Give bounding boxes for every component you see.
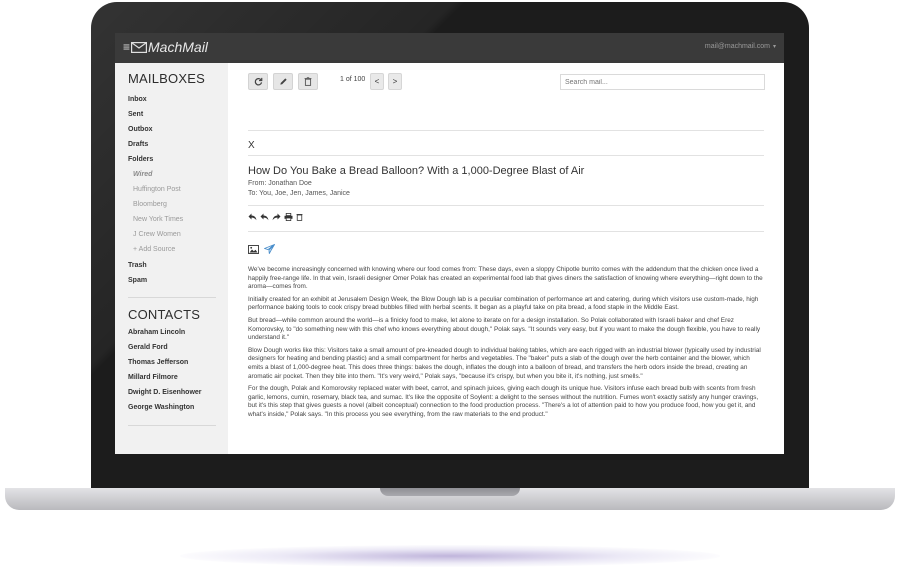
sidebar: MAILBOXES Inbox Sent Outbox Drafts Folde… [115, 63, 228, 454]
laptop-notch [380, 488, 520, 496]
body-paragraph: Blow Dough works like this: Visitors tak… [248, 346, 761, 380]
close-message-button[interactable]: X [248, 140, 255, 151]
body-paragraph: But bread—while common around the world—… [248, 316, 761, 342]
contact-item[interactable]: George Washington [128, 404, 194, 411]
top-navbar: ≡ MachMail mail@machmail.com ▾ [115, 33, 784, 63]
print-icon[interactable] [284, 213, 293, 221]
divider [248, 155, 764, 156]
compose-button[interactable] [273, 73, 293, 90]
sidebar-item-outbox[interactable]: Outbox [128, 126, 153, 133]
sidebar-item-sent[interactable]: Sent [128, 111, 143, 118]
contact-item[interactable]: Dwight D. Eisenhower [128, 389, 202, 396]
message-to: To: You, Joe, Jen, James, Janice [248, 190, 350, 197]
refresh-icon [254, 77, 262, 86]
envelope-icon [131, 41, 148, 53]
message-subject: How Do You Bake a Bread Balloon? With a … [248, 165, 585, 177]
contact-item[interactable]: Abraham Lincoln [128, 329, 185, 336]
folder-item-bloomberg[interactable]: Bloomberg [133, 201, 167, 208]
folder-item-j-crew-women[interactable]: J Crew Women [133, 231, 181, 238]
brand-name: MachMail [148, 39, 208, 55]
next-page-button[interactable]: > [388, 73, 402, 90]
sidebar-item-spam[interactable]: Spam [128, 277, 147, 284]
folder-item-new-york-times[interactable]: New York Times [133, 216, 183, 223]
message-actions [248, 213, 303, 221]
reply-icon[interactable] [248, 213, 257, 221]
body-paragraph: For the dough, Polak and Komorovsky repl… [248, 385, 759, 418]
divider [248, 205, 764, 206]
pager-text: 1 of 100 [340, 76, 366, 83]
contacts-heading: CONTACTS [128, 307, 201, 322]
refresh-button[interactable] [248, 73, 268, 90]
contact-item[interactable]: Millard Filmore [128, 374, 178, 381]
body-paragraph: We've become increasingly concerned with… [248, 266, 763, 291]
reply-all-icon[interactable] [260, 213, 269, 221]
sidebar-item-trash[interactable]: Trash [128, 262, 147, 269]
body-paragraph: Initially created for an exhibit at Jeru… [248, 295, 759, 312]
app-window: ≡ MachMail mail@machmail.com ▾ MAILBOXES… [115, 33, 784, 454]
trash-icon[interactable] [296, 213, 303, 221]
attachments [248, 241, 275, 259]
chevron-down-icon: ▾ [772, 44, 776, 50]
message-pane: 1 of 100 < > X How Do You Bake a Bread B… [228, 63, 784, 454]
add-source-link[interactable]: + Add Source [133, 246, 175, 253]
account-menu[interactable]: mail@machmail.com ▾ [705, 43, 776, 50]
sidebar-divider [128, 297, 216, 298]
divider [248, 130, 764, 131]
sidebar-item-drafts[interactable]: Drafts [128, 141, 148, 148]
account-email: mail@machmail.com [704, 43, 770, 50]
sidebar-item-inbox[interactable]: Inbox [128, 96, 147, 103]
folder-item-huffington-post[interactable]: Huffington Post [133, 186, 181, 193]
trash-icon [304, 77, 312, 86]
forward-icon[interactable] [272, 213, 281, 221]
send-icon[interactable] [264, 241, 275, 259]
mailboxes-heading: MAILBOXES [128, 71, 205, 86]
laptop-mockup: ≡ MachMail mail@machmail.com ▾ MAILBOXES… [0, 0, 900, 580]
sidebar-divider [128, 425, 216, 426]
pencil-icon [279, 78, 287, 85]
message-body: We've become increasingly concerned with… [248, 266, 764, 424]
sidebar-item-folders[interactable]: Folders [128, 156, 153, 163]
menu-icon[interactable]: ≡ [123, 40, 130, 54]
brand-logo[interactable]: ≡ MachMail [123, 39, 208, 55]
message-from: From: Jonathan Doe [248, 180, 312, 187]
folder-item-wired[interactable]: Wired [133, 171, 152, 178]
delete-button[interactable] [298, 73, 318, 90]
contact-item[interactable]: Thomas Jefferson [128, 359, 188, 366]
divider [248, 231, 764, 232]
image-icon[interactable] [248, 241, 259, 259]
search-input[interactable] [560, 74, 765, 90]
prev-page-button[interactable]: < [370, 73, 384, 90]
laptop-shadow [180, 545, 720, 567]
contact-item[interactable]: Gerald Ford [128, 344, 168, 351]
